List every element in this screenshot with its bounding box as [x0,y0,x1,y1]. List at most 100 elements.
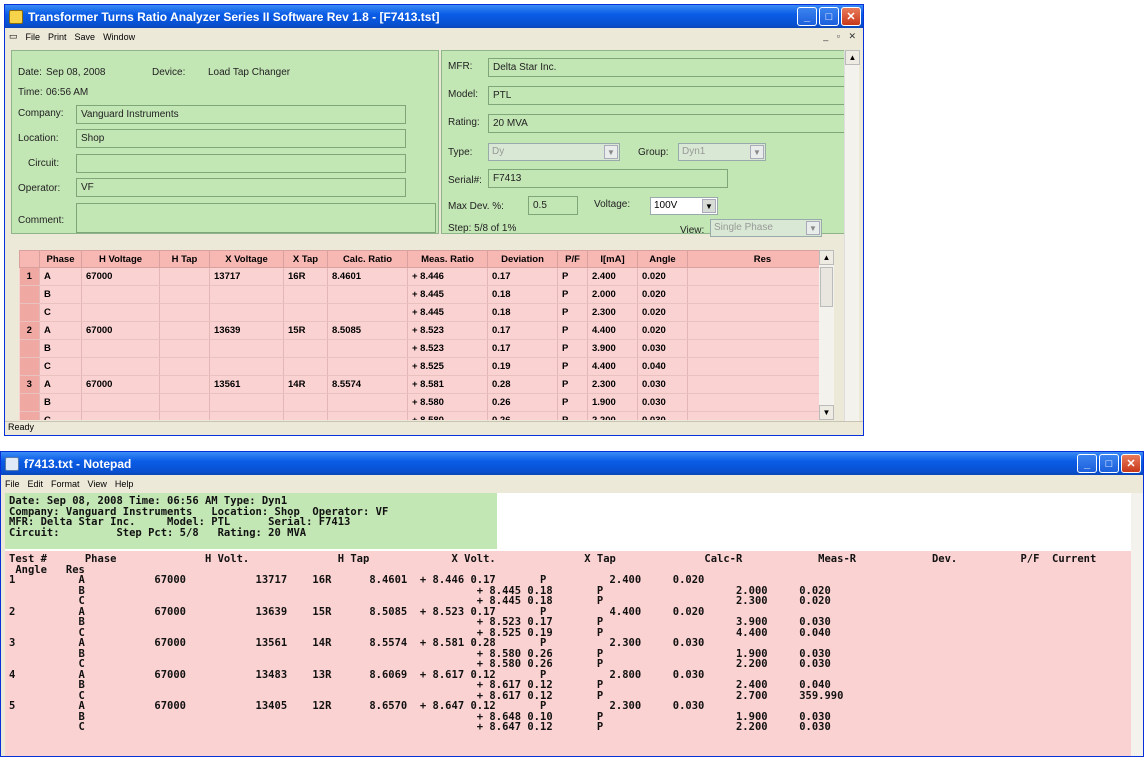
grid-column-header[interactable]: Calc. Ratio [327,250,408,268]
company-field[interactable]: Vanguard Instruments [76,105,406,124]
notepad-titlebar[interactable]: f7413.txt - Notepad _ □ ✕ [1,452,1143,475]
comment-label: Comment: [18,215,65,226]
rating-field[interactable]: 20 MVA [488,114,848,133]
grid-cell [159,339,210,358]
minimize-icon[interactable]: _ [1077,454,1097,473]
menu-save[interactable]: Save [75,32,96,42]
comment-field[interactable] [76,203,436,233]
grid-column-header[interactable]: X Tap [283,250,328,268]
maxdev-field[interactable]: 0.5 [528,196,578,215]
report-header-text: Date: Sep 08, 2008 Time: 06:56 AM Type: … [5,493,497,549]
table-row[interactable]: C + 8.5800.26P2.2000.030 [19,411,834,420]
notepad-scrollbar[interactable] [1131,493,1143,756]
serial-label: Serial#: [448,175,482,186]
np-menu-file[interactable]: File [5,479,20,489]
voltage-label: Voltage: [594,199,631,210]
chevron-down-icon[interactable]: ▼ [806,221,820,235]
grid-cell [81,339,160,358]
table-row[interactable]: 1 A 67000 13717 16R 8.4601 + 8.446 0.17 P 2.400 0.… [19,267,834,286]
np-menu-view[interactable]: View [88,479,107,489]
grid-scroll-thumb[interactable] [820,267,833,307]
grid-cell: 0.19 [487,357,558,376]
view-select[interactable]: Single Phase ▼ [710,219,822,237]
grid-cell[interactable] [687,267,834,286]
grid-cell: 0.030 [637,393,688,412]
company-label: Company: [18,108,64,119]
notepad-window[interactable]: f7413.txt - Notepad _ □ ✕ File Edit Form… [0,451,1144,757]
table-row[interactable]: 3 A 67000 13561 14R 8.5574 + 8.581 0.28 P 2.300 0.… [19,375,834,394]
grid-cell: P [557,303,588,322]
table-row[interactable]: C + 8.525 0.19 P 4.400 0.040 [19,357,834,376]
grid-cell[interactable] [687,375,834,394]
location-field[interactable]: Shop [76,129,406,148]
grid-cell [159,321,210,340]
chevron-down-icon[interactable]: ▼ [604,145,618,159]
grid-column-header[interactable]: Res [687,250,834,268]
grid-column-header[interactable]: H Voltage [81,250,160,268]
close-icon[interactable]: ✕ [841,7,861,26]
grid-scrollbar[interactable]: ▲ ▼ [819,250,834,420]
close-icon[interactable]: ✕ [1121,454,1141,473]
circuit-field[interactable] [76,154,406,173]
scroll-up-icon[interactable]: ▲ [845,50,860,65]
voltage-select[interactable]: 100V ▼ [650,197,718,215]
grid-cell [81,303,160,322]
grid-column-header[interactable]: H Tap [159,250,210,268]
table-row[interactable]: C + 8.445 0.18 P 2.300 0.020 [19,303,834,322]
grid-column-header[interactable]: Deviation [487,250,558,268]
np-menu-help[interactable]: Help [115,479,134,489]
table-row[interactable]: B + 8.523 0.17 P 3.900 0.030 [19,339,834,358]
table-row[interactable]: B + 8.580 0.26 P 1.900 0.030 [19,393,834,412]
grid-cell[interactable] [687,411,834,420]
np-menu-edit[interactable]: Edit [28,479,44,489]
grid-cell: 0.17 [487,267,558,286]
grid-cell[interactable] [687,303,834,322]
chevron-down-icon[interactable]: ▼ [750,145,764,159]
model-field[interactable]: PTL [488,86,848,105]
notepad-text-area[interactable]: Date: Sep 08, 2008 Time: 06:56 AM Type: … [5,493,1133,756]
grid-cell[interactable] [687,285,834,304]
grid-column-header[interactable]: Meas. Ratio [407,250,488,268]
grid-cell[interactable] [687,357,834,376]
menu-window[interactable]: Window [103,32,135,42]
mdi-controls[interactable]: _ ▫ ✕ [823,31,859,42]
grid-column-header[interactable]: Angle [637,250,688,268]
grid-cell: + 8.445 [407,285,488,304]
serial-field[interactable]: F7413 [488,169,728,188]
ttr-analyzer-window[interactable]: Transformer Turns Ratio Analyzer Series … [4,4,864,436]
grid-column-header[interactable]: I[mA] [587,250,638,268]
grid-cell[interactable] [687,339,834,358]
grid-column-header[interactable]: Phase [39,250,82,268]
np-menu-format[interactable]: Format [51,479,80,489]
grid-cell [327,339,408,358]
minimize-icon[interactable]: _ [797,7,817,26]
menu-print[interactable]: Print [48,32,67,42]
table-row[interactable]: 2 A 67000 13639 15R 8.5085 + 8.523 0.17 P 4.400 0.… [19,321,834,340]
grid-scroll-up-icon[interactable]: ▲ [819,250,834,265]
results-grid[interactable]: Phase H Voltage H Tap X Voltage X Tap Calc. R… [19,250,834,420]
main-titlebar[interactable]: Transformer Turns Ratio Analyzer Series … [5,5,863,28]
device-label: Device: [152,67,186,78]
main-scrollbar[interactable]: ▲ [844,50,860,434]
grid-scroll-down-icon[interactable]: ▼ [819,405,834,420]
table-row[interactable]: B + 8.445 0.18 P 2.000 0.020 [19,285,834,304]
grid-cell: P [557,393,588,412]
grid-cell: 67000 [81,321,160,340]
mfr-field[interactable]: Delta Star Inc. [488,58,848,77]
group-value: Dyn1 [682,146,706,157]
chevron-down-icon[interactable]: ▼ [702,199,716,213]
operator-field[interactable]: VF [76,178,406,197]
type-select[interactable]: Dy ▼ [488,143,620,161]
maximize-icon[interactable]: □ [1099,454,1119,473]
group-select[interactable]: Dyn1 ▼ [678,143,766,161]
grid-column-header[interactable]: P/F [557,250,588,268]
menu-file[interactable]: File [26,32,41,42]
grid-cell: + 8.580 [407,393,488,412]
grid-cell: P [557,267,588,286]
grid-column-header[interactable] [19,250,40,268]
grid-cell[interactable] [687,321,834,340]
maximize-icon[interactable]: □ [819,7,839,26]
grid-column-header[interactable]: X Voltage [209,250,284,268]
grid-cell: 0.020 [637,321,688,340]
grid-cell[interactable] [687,393,834,412]
